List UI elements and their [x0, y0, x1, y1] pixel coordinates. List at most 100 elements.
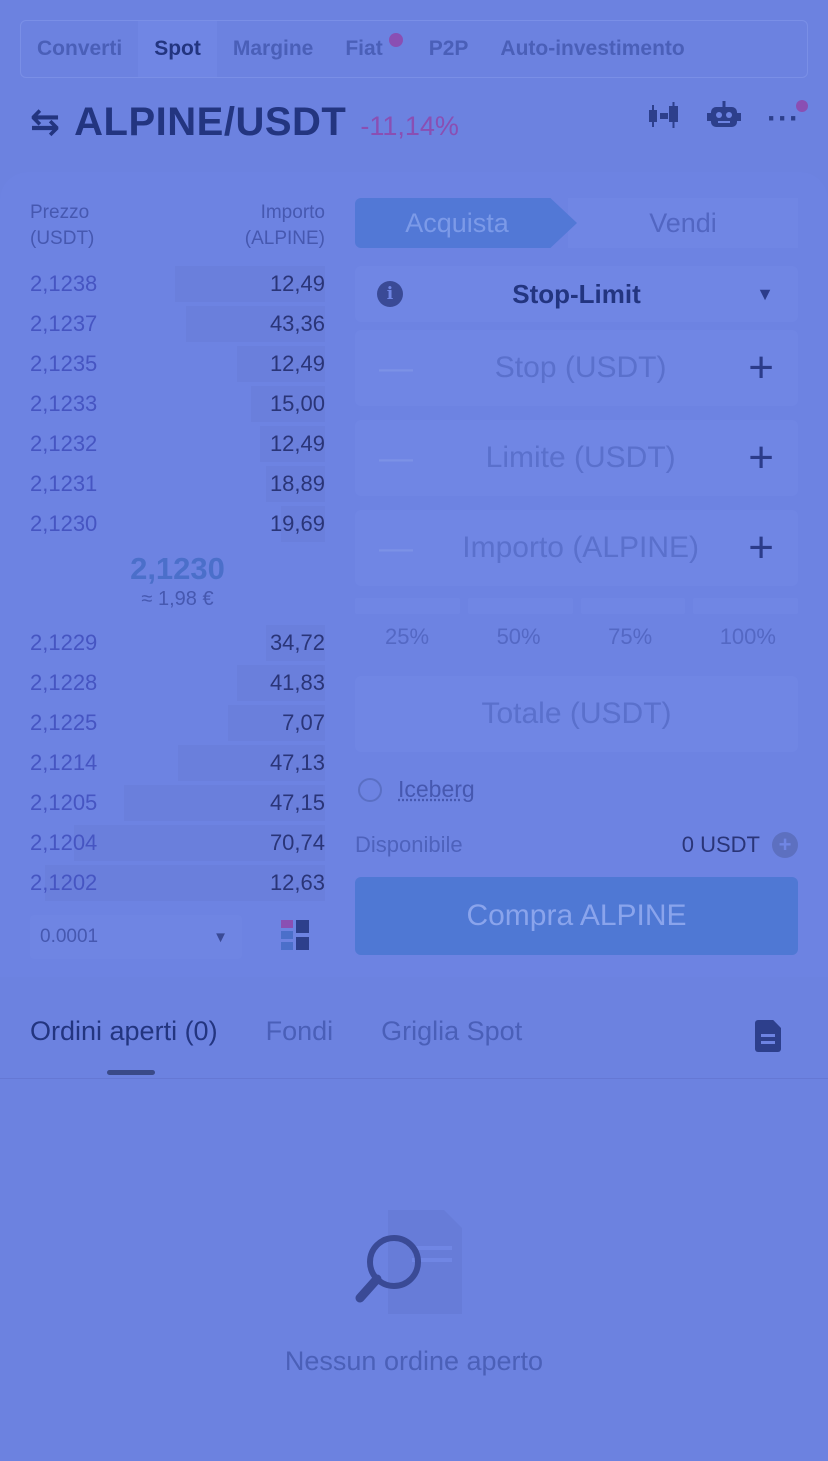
- order-history-icon[interactable]: [755, 1020, 781, 1052]
- row-amount: 12,49: [269, 271, 325, 296]
- mid-price[interactable]: 2,1230 ≈ 1,98 €: [30, 550, 325, 611]
- divider: [0, 1078, 828, 1079]
- precision-select[interactable]: 0.0001 ▼: [30, 915, 242, 959]
- order-book-layout-icon[interactable]: [281, 920, 309, 950]
- total-field[interactable]: Totale (USDT): [355, 676, 798, 752]
- tab-converti[interactable]: Converti: [21, 21, 138, 77]
- decrement-button[interactable]: —: [379, 439, 413, 478]
- sell-tab-label: Vendi: [649, 207, 717, 238]
- tab-open-orders[interactable]: Ordini aperti (0): [30, 1016, 218, 1047]
- tab-label: Fiat: [345, 37, 383, 60]
- ask-row[interactable]: 2,1230 19,69: [30, 504, 325, 544]
- decrement-button[interactable]: —: [379, 529, 413, 568]
- slider-segment[interactable]: [580, 598, 686, 614]
- slider-segment[interactable]: [467, 598, 573, 614]
- bid-row[interactable]: 2,1229 34,72: [30, 623, 325, 663]
- row-price: 2,1238: [30, 271, 98, 296]
- row-price: 2,1202: [30, 870, 98, 895]
- bid-row[interactable]: 2,1202 12,63: [30, 863, 325, 903]
- tab-spot[interactable]: Spot: [138, 21, 217, 77]
- percent-100[interactable]: 100%: [720, 624, 776, 650]
- bid-row[interactable]: 2,1214 47,13: [30, 743, 325, 783]
- row-amount: 12,49: [269, 351, 325, 376]
- percent-25[interactable]: 25%: [385, 624, 429, 650]
- row-price: 2,1225: [30, 710, 98, 735]
- sell-tab[interactable]: Vendi: [568, 198, 798, 248]
- buy-button[interactable]: Compra ALPINE: [355, 877, 798, 955]
- row-price: 2,1205: [30, 790, 98, 815]
- ask-row[interactable]: 2,1233 15,00: [30, 384, 325, 424]
- increment-button[interactable]: +: [748, 526, 774, 570]
- row-amount: 43,36: [269, 311, 325, 336]
- buy-tab[interactable]: Acquista: [355, 198, 577, 248]
- limit-price-field[interactable]: — Limite (USDT) +: [355, 420, 798, 496]
- iceberg-option[interactable]: Iceberg: [358, 776, 475, 803]
- row-price: 2,1232: [30, 431, 98, 456]
- row-price: 2,1228: [30, 670, 98, 695]
- candlestick-chart-icon[interactable]: [647, 100, 681, 138]
- increment-button[interactable]: +: [748, 436, 774, 480]
- more-options-icon[interactable]: ···: [767, 100, 808, 136]
- precision-value: 0.0001: [40, 926, 99, 947]
- add-funds-icon[interactable]: +: [772, 832, 798, 858]
- header-actions: ···: [647, 100, 808, 138]
- buy-button-label: Compra ALPINE: [466, 899, 687, 932]
- row-price: 2,1233: [30, 391, 98, 416]
- increment-button[interactable]: +: [748, 346, 774, 390]
- ask-row[interactable]: 2,1232 12,49: [30, 424, 325, 464]
- slider-segment[interactable]: [693, 598, 798, 614]
- row-amount: 15,00: [269, 391, 325, 416]
- notification-dot: [796, 100, 808, 112]
- ask-row[interactable]: 2,1238 12,49: [30, 264, 325, 304]
- pair-header[interactable]: ⇆ ALPINE/USDT -11,14%: [30, 98, 459, 146]
- row-amount: 47,15: [269, 790, 325, 815]
- ask-row[interactable]: 2,1235 12,49: [30, 344, 325, 384]
- available-label: Disponibile: [355, 832, 463, 857]
- row-amount: 41,83: [269, 670, 325, 695]
- decrement-button[interactable]: —: [379, 349, 413, 388]
- price-column-header: Prezzo (USDT): [30, 200, 94, 252]
- tab-spot-grid[interactable]: Griglia Spot: [381, 1016, 522, 1047]
- bid-row[interactable]: 2,1228 41,83: [30, 663, 325, 703]
- percentage-slider[interactable]: [355, 598, 798, 614]
- stop-price-placeholder: Stop (USDT): [494, 351, 667, 384]
- order-type-value: Stop-Limit: [512, 278, 641, 309]
- bid-row[interactable]: 2,1204 70,74: [30, 823, 325, 863]
- tab-fiat[interactable]: Fiat: [329, 21, 412, 77]
- price-header-label: Prezzo: [30, 202, 90, 223]
- chevron-down-icon: ▼: [756, 284, 774, 304]
- empty-state-text: Nessun ordine aperto: [284, 1346, 544, 1376]
- tab-label: Spot: [154, 37, 201, 60]
- info-icon[interactable]: i: [377, 281, 403, 307]
- swap-icon[interactable]: ⇆: [30, 101, 60, 143]
- iceberg-radio[interactable]: [358, 777, 382, 802]
- percent-50[interactable]: 50%: [497, 624, 541, 650]
- tab-margine[interactable]: Margine: [217, 21, 330, 77]
- order-book-header: Prezzo (USDT) Importo (ALPINE): [30, 200, 325, 252]
- percentage-labels: 25% 50% 75% 100%: [355, 624, 798, 650]
- ask-row[interactable]: 2,1237 43,36: [30, 304, 325, 344]
- row-amount: 34,72: [269, 630, 325, 655]
- tab-label: Margine: [232, 37, 314, 60]
- tab-funds[interactable]: Fondi: [266, 1016, 334, 1047]
- row-amount: 70,74: [269, 830, 325, 855]
- amount-header-unit: (ALPINE): [244, 228, 325, 249]
- market-tab-bar: Converti Spot Margine Fiat P2P Auto-inve…: [20, 20, 808, 78]
- stop-price-field[interactable]: — Stop (USDT) +: [355, 330, 798, 406]
- tab-label: Converti: [37, 37, 123, 60]
- tab-auto-investimento[interactable]: Auto-investimento: [484, 21, 700, 77]
- trading-bot-icon[interactable]: [707, 100, 742, 138]
- chevron-down-icon: ▼: [213, 928, 228, 946]
- bid-row[interactable]: 2,1225 7,07: [30, 703, 325, 743]
- ask-row[interactable]: 2,1231 18,89: [30, 464, 325, 504]
- available-balance: Disponibile 0 USDT +: [355, 832, 798, 858]
- row-amount: 12,49: [269, 431, 325, 456]
- percent-75[interactable]: 75%: [608, 624, 652, 650]
- order-type-select[interactable]: i Stop-Limit ▼: [355, 266, 798, 322]
- slider-segment[interactable]: [355, 598, 460, 614]
- amount-field[interactable]: — Importo (ALPINE) +: [355, 510, 798, 586]
- buy-tab-label: Acquista: [405, 207, 509, 238]
- amount-placeholder: Importo (ALPINE): [462, 531, 700, 564]
- tab-p2p[interactable]: P2P: [413, 21, 485, 77]
- bid-row[interactable]: 2,1205 47,15: [30, 783, 325, 823]
